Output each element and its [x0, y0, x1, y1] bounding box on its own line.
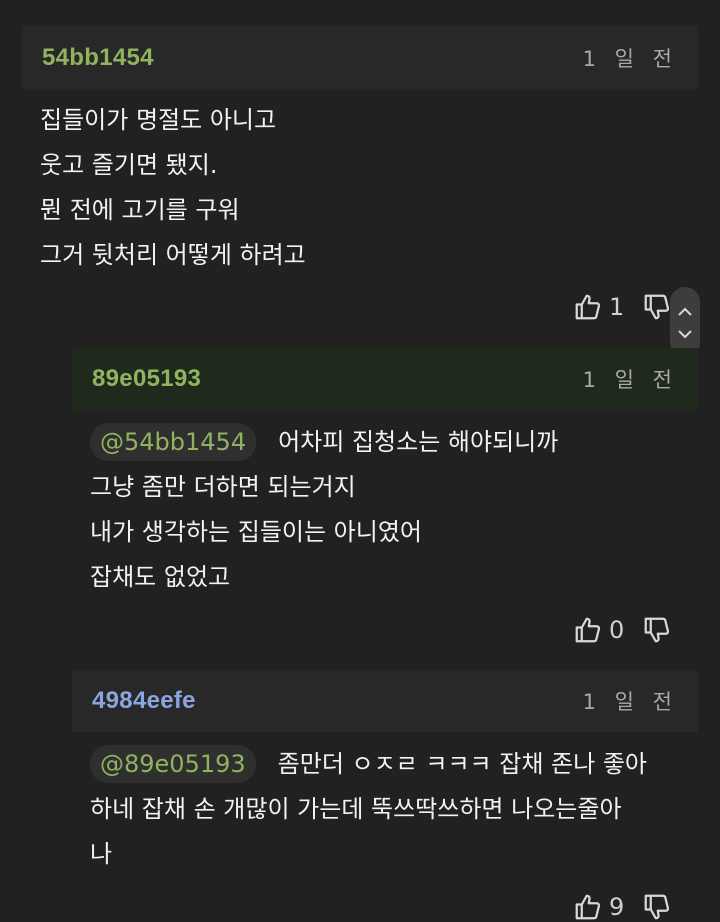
comment-line: 집들이가 명절도 아니고: [40, 106, 277, 134]
comment-time: 1 일 전: [582, 47, 678, 71]
mention-chip[interactable]: @54bb1454: [90, 423, 257, 461]
comment-actions: 1: [573, 292, 672, 322]
comment-line: 잡채도 없었고: [90, 563, 231, 591]
comment-line: @89e05193 좀만더 ㅇㅈㄹ ㅋㅋㅋ 잡채 존나 좋아: [90, 742, 647, 787]
comment-text: 어차피 집청소는 해야되니까: [278, 428, 559, 456]
thumbs-up-icon[interactable]: [573, 892, 603, 922]
comment-actions: 9: [573, 892, 672, 922]
comment-body: @54bb1454 어차피 집청소는 해야되니까 그냥 좀만 더하면 되는거지 내…: [90, 420, 558, 600]
comment-line: 내가 생각하는 집들이는 아니였어: [90, 518, 423, 546]
chevron-up-icon[interactable]: [678, 301, 692, 320]
comment-time: 1 일 전: [582, 368, 678, 392]
comment-line: @54bb1454 어차피 집청소는 해야되니까: [90, 420, 558, 465]
thumbs-down-icon[interactable]: [642, 615, 672, 645]
comment-line: 그거 뒷처리 어떻게 하려고: [40, 241, 306, 269]
thumbs-up-icon[interactable]: [573, 292, 603, 322]
thumbs-up-icon[interactable]: [573, 615, 603, 645]
comment-text: 좀만더 ㅇㅈㄹ ㅋㅋㅋ 잡채 존나 좋아: [277, 750, 647, 778]
comment-actions: 0: [573, 615, 672, 645]
comment-header: 54bb1454 1 일 전: [22, 26, 698, 90]
comment-line: 그냥 좀만 더하면 되는거지: [90, 473, 356, 501]
like-count: 1: [609, 293, 625, 321]
comment-body: @89e05193 좀만더 ㅇㅈㄹ ㅋㅋㅋ 잡채 존나 좋아 하네 잡채 손 개많…: [90, 742, 647, 877]
thumbs-down-icon[interactable]: [642, 292, 672, 322]
comment-line: 웃고 즐기면 됐지.: [40, 151, 218, 179]
like-count: 9: [609, 893, 625, 921]
comment-line: 하네 잡채 손 개많이 가는데 뚝쓰딱쓰하면 나오는줄아: [90, 795, 622, 823]
chevron-down-icon[interactable]: [678, 324, 692, 343]
scroll-handle[interactable]: [670, 287, 700, 357]
comment-line: 뭔 전에 고기를 구워: [40, 196, 240, 224]
comment-line: 나: [90, 840, 113, 868]
comment-author[interactable]: 89e05193: [92, 365, 201, 393]
comment-author[interactable]: 54bb1454: [42, 44, 154, 72]
mention-chip[interactable]: @89e05193: [90, 745, 256, 783]
comment-header: 4984eefe 1 일 전: [72, 670, 698, 732]
comment-time: 1 일 전: [582, 690, 678, 714]
thumbs-down-icon[interactable]: [642, 892, 672, 922]
comment-author[interactable]: 4984eefe: [92, 687, 196, 715]
like-count: 0: [609, 616, 625, 644]
comment-body: 집들이가 명절도 아니고 웃고 즐기면 됐지. 뭔 전에 고기를 구워 그거 뒷…: [40, 98, 306, 278]
comment-header: 89e05193 1 일 전: [72, 348, 698, 410]
